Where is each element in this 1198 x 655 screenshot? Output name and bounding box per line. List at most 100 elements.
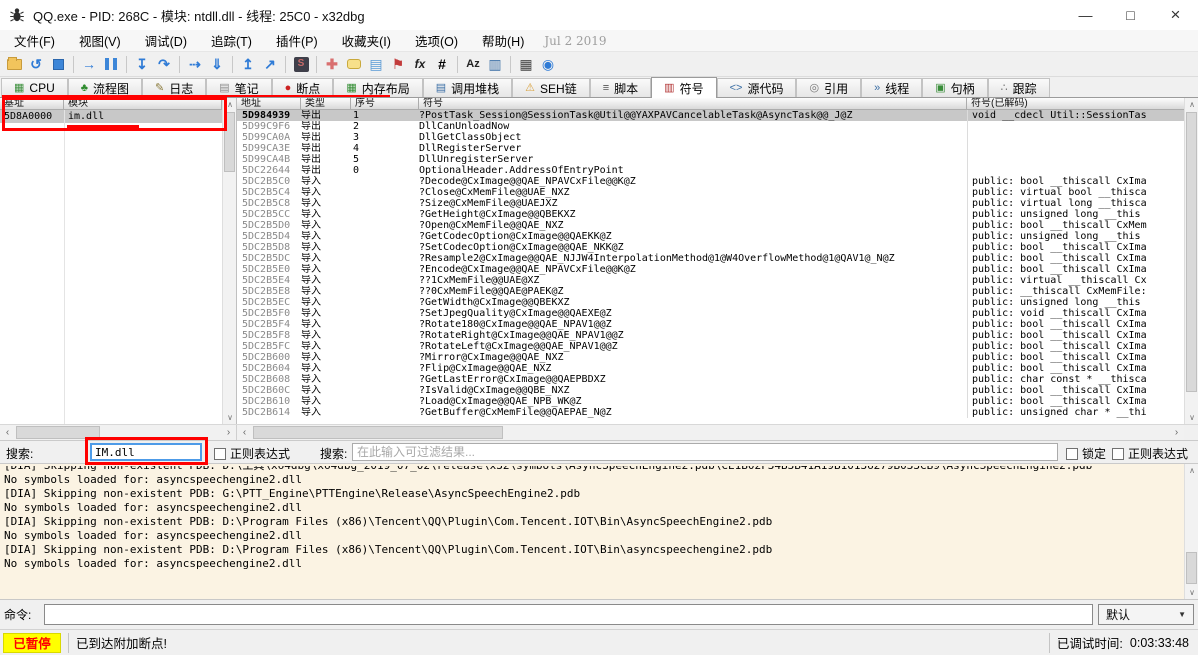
module-row[interactable]: 5D8A0000im.dll bbox=[0, 110, 222, 123]
scroll-left-icon[interactable]: ‹ bbox=[0, 425, 15, 440]
symbol-row[interactable]: 5DC2B5E8导入??0CxMemFile@@QAE@PAEK@Zpublic… bbox=[237, 286, 1184, 297]
scroll-up-icon[interactable]: ∧ bbox=[1185, 98, 1198, 111]
scroll-thumb[interactable] bbox=[253, 426, 503, 439]
execute-till-return-icon[interactable]: ⇓ bbox=[208, 55, 226, 73]
preferences-globe-icon[interactable]: ◉ bbox=[539, 55, 557, 73]
symbol-row[interactable]: 5DC2B604导入?Flip@CxImage@@QAE_NXZpublic: … bbox=[237, 363, 1184, 374]
close-button[interactable]: × bbox=[1153, 0, 1198, 30]
scroll-down-icon[interactable]: ∨ bbox=[223, 411, 237, 424]
step-into-icon[interactable]: ↧ bbox=[133, 55, 151, 73]
menu-item[interactable]: 调试(D) bbox=[133, 29, 199, 52]
symbol-row[interactable]: 5DC2B5D0导入?Open@CxMemFile@@QAE_NXZpublic… bbox=[237, 220, 1184, 231]
regex-checkbox[interactable] bbox=[214, 448, 226, 460]
command-input[interactable] bbox=[44, 604, 1093, 625]
column-header-base[interactable]: 基址 bbox=[0, 98, 64, 110]
symbol-row[interactable]: 5DC2B614导入?GetBuffer@CxMemFile@@QAEPAE_N… bbox=[237, 407, 1184, 418]
module-search-input[interactable] bbox=[90, 443, 202, 461]
functions-icon[interactable]: fx bbox=[411, 55, 429, 73]
symbol-row[interactable]: 5DC2B610导入?Load@CxImage@@QAE_NPB_WK@Zpub… bbox=[237, 396, 1184, 407]
menu-item[interactable]: 插件(P) bbox=[264, 29, 330, 52]
menu-item[interactable]: 选项(O) bbox=[403, 29, 470, 52]
column-header-module[interactable]: 模块 bbox=[64, 98, 222, 110]
scroll-right-icon[interactable]: › bbox=[221, 425, 236, 440]
tab-notes[interactable]: ▤笔记 bbox=[206, 78, 271, 97]
tab-symbols[interactable]: ▥符号 bbox=[651, 77, 716, 98]
strings-icon[interactable]: Az bbox=[464, 55, 482, 73]
column-header-symbol[interactable]: 符号 bbox=[419, 98, 967, 110]
tab-threads[interactable]: »线程 bbox=[861, 78, 922, 97]
tab-graph[interactable]: ♣流程图 bbox=[68, 78, 142, 97]
tab-script[interactable]: ≡脚本 bbox=[590, 78, 651, 97]
menu-item[interactable]: 视图(V) bbox=[67, 29, 133, 52]
tab-source[interactable]: <>源代码 bbox=[717, 78, 797, 97]
open-file-button[interactable] bbox=[5, 55, 23, 73]
symbol-row[interactable]: 5DC2B5F8导入?RotateRight@CxImage@@QAE_NPAV… bbox=[237, 330, 1184, 341]
tab-references[interactable]: ◎引用 bbox=[796, 78, 861, 97]
tab-seh[interactable]: ⚠SEH链 bbox=[512, 78, 590, 97]
step-out-icon[interactable]: ↥ bbox=[239, 55, 257, 73]
calculator-icon[interactable]: ▦ bbox=[517, 55, 535, 73]
lock-checkbox[interactable] bbox=[1066, 448, 1078, 460]
log-vscrollbar[interactable]: ∧ ∨ bbox=[1184, 464, 1198, 599]
symbol-row[interactable]: 5DC2B5C0导入?Decode@CxImage@@QAE_NPAVCxFil… bbox=[237, 176, 1184, 187]
tab-handles[interactable]: ▣句柄 bbox=[922, 78, 987, 97]
scroll-down-icon[interactable]: ∨ bbox=[1185, 586, 1198, 599]
column-header-symbol-undecorated[interactable]: 符号(已解码) bbox=[967, 98, 1184, 110]
symbols-hscrollbar[interactable]: ‹ › bbox=[237, 425, 1184, 440]
menu-item[interactable]: 收藏夹(I) bbox=[330, 29, 403, 52]
profile-dropdown[interactable]: 默认 ▼ bbox=[1098, 604, 1194, 625]
symbol-row[interactable]: 5DC2B5EC导入?GetWidth@CxImage@@QBEKXZpubli… bbox=[237, 297, 1184, 308]
symbol-row[interactable]: 5DC2B5C4导入?Close@CxMemFile@@UAE_NXZpubli… bbox=[237, 187, 1184, 198]
symbol-row[interactable]: 5D99C9F6导出2DllCanUnloadNow bbox=[237, 121, 1184, 132]
symbol-row[interactable]: 5DC2B5E4导入??1CxMemFile@@UAE@XZpublic: vi… bbox=[237, 275, 1184, 286]
symbol-row[interactable]: 5D984939导出1?PostTask_Session@SessionTask… bbox=[237, 110, 1184, 121]
modules-vscrollbar[interactable]: ∧ ∨ bbox=[222, 98, 236, 424]
patches-icon[interactable]: ✚ bbox=[323, 55, 341, 73]
modules-icon[interactable]: ▥ bbox=[486, 55, 504, 73]
step-over-icon[interactable]: ↷ bbox=[155, 55, 173, 73]
symbol-row[interactable]: 5DC2B60C导入?IsValid@CxImage@@QBE_NXZpubli… bbox=[237, 385, 1184, 396]
symbol-row[interactable]: 5DC2B5D4导入?GetCodecOption@CxImage@@QAEKK… bbox=[237, 231, 1184, 242]
scroll-thumb[interactable] bbox=[224, 112, 235, 172]
run-icon[interactable]: → bbox=[80, 55, 98, 73]
column-header-address[interactable]: 地址 bbox=[237, 98, 301, 110]
hash-icon[interactable]: # bbox=[433, 55, 451, 73]
tab-trace[interactable]: ∴跟踪 bbox=[988, 78, 1050, 97]
symbol-row[interactable]: 5DC2B608导入?GetLastError@CxImage@@QAEPBDX… bbox=[237, 374, 1184, 385]
scroll-up-icon[interactable]: ∧ bbox=[1185, 464, 1198, 477]
tab-cpu[interactable]: ▦CPU bbox=[1, 78, 68, 97]
scroll-thumb[interactable] bbox=[1186, 552, 1197, 584]
symbol-filter-input[interactable] bbox=[352, 443, 1058, 461]
scroll-thumb[interactable] bbox=[1186, 112, 1197, 392]
scroll-thumb[interactable] bbox=[16, 426, 100, 439]
labels-icon[interactable]: ▤ bbox=[367, 55, 385, 73]
modules-hscrollbar[interactable]: ‹ › bbox=[0, 425, 237, 440]
regex2-checkbox[interactable] bbox=[1112, 448, 1124, 460]
symbol-row[interactable]: 5DC2B5F0导入?SetJpegQuality@CxImage@@QAEXE… bbox=[237, 308, 1184, 319]
seh-chain-button[interactable]: S bbox=[292, 55, 310, 73]
maximize-button[interactable]: □ bbox=[1108, 0, 1153, 30]
comments-button[interactable] bbox=[345, 55, 363, 73]
symbol-row[interactable]: 5D99CA0A导出3DllGetClassObject bbox=[237, 132, 1184, 143]
tab-log[interactable]: ✎日志 bbox=[142, 78, 206, 97]
symbols-vscrollbar[interactable]: ∧ ∨ bbox=[1184, 98, 1198, 424]
pause-button[interactable] bbox=[102, 55, 120, 73]
symbol-row[interactable]: 5DC2B5FC导入?RotateLeft@CxImage@@QAE_NPAV1… bbox=[237, 341, 1184, 352]
tab-memory-map[interactable]: ▦内存布局 bbox=[333, 78, 422, 97]
scroll-up-icon[interactable]: ∧ bbox=[223, 98, 237, 111]
menu-item[interactable]: 追踪(T) bbox=[199, 29, 264, 52]
column-header-type[interactable]: 类型 bbox=[301, 98, 351, 110]
symbol-row[interactable]: 5DC22644导出0OptionalHeader.AddressOfEntry… bbox=[237, 165, 1184, 176]
symbol-row[interactable]: 5DC2B5F4导入?Rotate180@CxImage@@QAE_NPAV1@… bbox=[237, 319, 1184, 330]
symbol-row[interactable]: 5D99CA4B导出5DllUnregisterServer bbox=[237, 154, 1184, 165]
scroll-down-icon[interactable]: ∨ bbox=[1185, 411, 1198, 424]
scroll-left-icon[interactable]: ‹ bbox=[237, 425, 252, 440]
restart-icon[interactable]: ↺ bbox=[27, 55, 45, 73]
scroll-right-icon[interactable]: › bbox=[1169, 425, 1184, 440]
symbol-row[interactable]: 5DC2B5CC导入?GetHeight@CxImage@@QBEKXZpubl… bbox=[237, 209, 1184, 220]
tab-call-stack[interactable]: ▤调用堆栈 bbox=[423, 78, 512, 97]
tab-breakpoints[interactable]: ●断点 bbox=[272, 78, 334, 97]
bookmarks-icon[interactable]: ⚑ bbox=[389, 55, 407, 73]
column-header-ordinal[interactable]: 序号 bbox=[351, 98, 419, 110]
symbol-row[interactable]: 5D99CA3E导出4DllRegisterServer bbox=[237, 143, 1184, 154]
